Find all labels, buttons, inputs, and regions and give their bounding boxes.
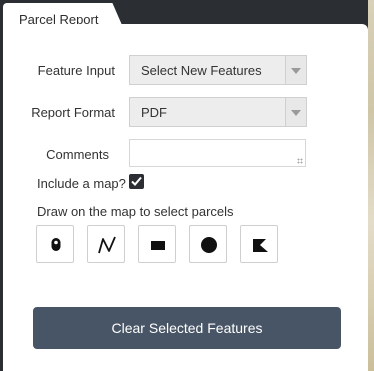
resize-grip-icon[interactable] bbox=[297, 158, 303, 164]
report-format-label: Report Format bbox=[31, 105, 115, 120]
feature-input-label: Feature Input bbox=[37, 63, 115, 78]
comments-label: Comments bbox=[46, 147, 109, 162]
feature-input-select[interactable]: Select New Features bbox=[129, 55, 307, 85]
draw-polygon-button[interactable] bbox=[240, 225, 278, 263]
chevron-down-icon[interactable] bbox=[285, 98, 306, 126]
include-map-label: Include a map? bbox=[37, 176, 126, 191]
map-edge bbox=[368, 0, 374, 371]
include-map-checkbox[interactable] bbox=[129, 174, 144, 189]
circle-icon bbox=[201, 237, 217, 253]
polygon-icon bbox=[253, 239, 268, 252]
draw-point-button[interactable] bbox=[36, 225, 74, 263]
point-marker-icon bbox=[51, 238, 61, 251]
draw-circle-button[interactable] bbox=[189, 225, 227, 263]
report-format-select[interactable]: PDF bbox=[129, 97, 307, 127]
checkmark-icon bbox=[131, 176, 142, 186]
chevron-down-icon[interactable] bbox=[285, 56, 306, 84]
polyline-icon bbox=[98, 236, 116, 254]
draw-instruction: Draw on the map to select parcels bbox=[37, 204, 234, 219]
draw-rectangle-button[interactable] bbox=[138, 225, 176, 263]
draw-polyline-button[interactable] bbox=[87, 225, 125, 263]
report-format-value: PDF bbox=[141, 105, 167, 120]
comments-textarea[interactable] bbox=[129, 139, 306, 167]
rectangle-icon bbox=[151, 241, 165, 250]
tab-edge bbox=[106, 3, 122, 25]
tab-parcel-report[interactable]: Parcel Report bbox=[3, 3, 108, 27]
clear-selected-features-button[interactable]: Clear Selected Features bbox=[33, 307, 341, 349]
feature-input-value: Select New Features bbox=[141, 63, 262, 78]
